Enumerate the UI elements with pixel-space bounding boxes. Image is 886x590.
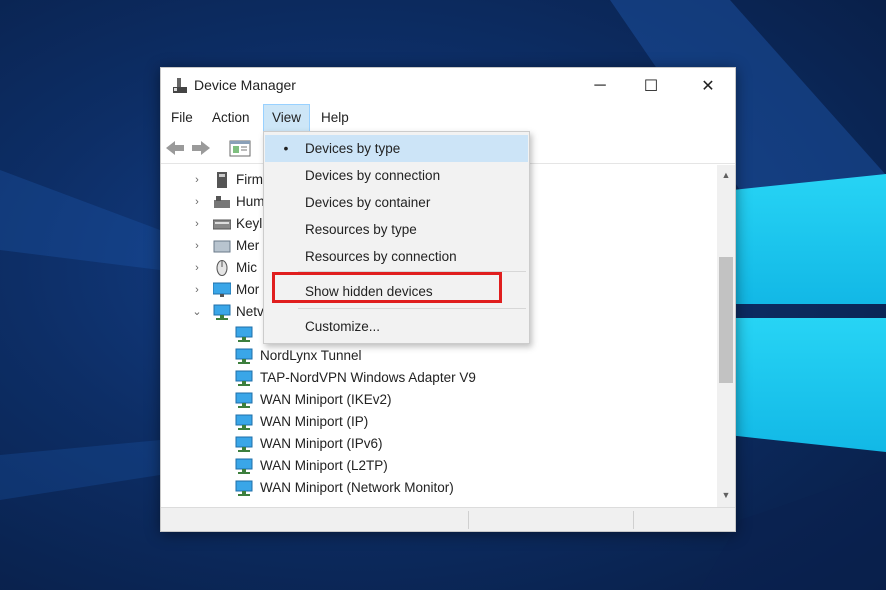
back-arrow-icon[interactable]: [164, 138, 186, 158]
tree-item-network-adapter[interactable]: NordLynx Tunnel: [233, 345, 717, 367]
scrollbar-thumb[interactable]: [719, 257, 733, 383]
view-menu-dropdown: • Devices by type Devices by connection …: [263, 131, 530, 344]
checked-bullet-icon: •: [283, 140, 289, 156]
chevron-right-icon[interactable]: ›: [192, 279, 202, 301]
menu-item-label: Resources by connection: [305, 249, 457, 264]
menu-item-label: Devices by type: [305, 141, 401, 156]
network-adapter-icon: [235, 414, 253, 430]
adapter-label: NordLynx Tunnel: [260, 348, 362, 363]
adapter-label: WAN Miniport (IP): [260, 414, 369, 429]
forward-arrow-icon[interactable]: [190, 138, 212, 158]
tree-item-network-adapter[interactable]: TAP-NordVPN Windows Adapter V9: [233, 367, 717, 389]
menu-devices-by-connection[interactable]: Devices by connection: [265, 162, 528, 189]
chevron-right-icon[interactable]: ›: [192, 257, 202, 279]
adapter-label: WAN Miniport (IPv6): [260, 436, 383, 451]
mouse-icon: [216, 260, 228, 276]
menu-item-label: Devices by connection: [305, 168, 441, 183]
menu-view[interactable]: View: [263, 104, 311, 132]
chevron-right-icon[interactable]: ›: [192, 191, 202, 213]
menu-separator: [298, 308, 526, 309]
network-icon: [213, 304, 231, 320]
status-divider: [468, 511, 469, 529]
network-adapter-icon: [235, 392, 253, 408]
menu-devices-by-type[interactable]: • Devices by type: [265, 135, 528, 162]
tree-item-network-adapter[interactable]: WAN Miniport (Network Monitor): [233, 477, 717, 499]
tree-item-network-adapter[interactable]: WAN Miniport (IKEv2): [233, 389, 717, 411]
minimize-icon: ─: [594, 77, 606, 94]
window-title: Device Manager: [194, 77, 296, 93]
maximize-icon: ☐: [643, 78, 659, 95]
menu-item-label: Devices by container: [305, 195, 431, 210]
menu-resources-by-connection[interactable]: Resources by connection: [265, 243, 528, 270]
adapter-label: TAP-NordVPN Windows Adapter V9: [260, 370, 476, 385]
scroll-up-icon[interactable]: ▲: [717, 167, 735, 184]
chevron-right-icon[interactable]: ›: [192, 235, 202, 257]
device-manager-icon: [173, 78, 187, 93]
close-button[interactable]: ✕: [685, 68, 731, 104]
chevron-right-icon[interactable]: ›: [192, 213, 202, 235]
adapter-label: WAN Miniport (L2TP): [260, 458, 388, 473]
tree-category-label: Firm: [236, 172, 263, 187]
title-bar: Device Manager ─ ☐ ✕: [161, 68, 735, 104]
tree-category-label: Keyl: [236, 216, 263, 231]
windows-logo-pane-bottom: [736, 318, 886, 452]
adapter-label: WAN Miniport (Network Monitor): [260, 480, 454, 495]
tree-category-label: Mor: [236, 282, 260, 297]
maximize-button[interactable]: ☐: [628, 68, 674, 104]
tree-item-network-adapter[interactable]: WAN Miniport (IP): [233, 411, 717, 433]
network-adapter-icon: [235, 480, 253, 496]
tree-category-label: Mer: [236, 238, 260, 253]
monitor-icon: [213, 282, 231, 297]
keyboard-icon: [213, 219, 231, 230]
memory-icon: [213, 240, 231, 253]
tree-category-label: Hum: [236, 194, 265, 209]
highlight-annotation-box: [272, 272, 502, 303]
network-adapter-icon: [235, 326, 253, 342]
menu-resources-by-type[interactable]: Resources by type: [265, 216, 528, 243]
scroll-down-icon[interactable]: ▼: [717, 487, 735, 504]
tree-category-label: Netv: [236, 304, 264, 319]
status-divider: [633, 511, 634, 529]
menu-file[interactable]: File: [163, 104, 201, 132]
windows-logo-pane-top: [736, 174, 886, 304]
vertical-scrollbar[interactable]: ▲ ▼: [717, 165, 735, 507]
menu-bar: File Action View Help: [161, 104, 735, 132]
menu-action[interactable]: Action: [204, 104, 258, 132]
minimize-button[interactable]: ─: [577, 68, 623, 104]
properties-icon[interactable]: [229, 138, 251, 158]
tree-item-network-adapter[interactable]: WAN Miniport (L2TP): [233, 455, 717, 477]
chevron-right-icon[interactable]: ›: [192, 169, 202, 191]
network-adapter-icon: [235, 458, 253, 474]
network-adapter-icon: [235, 436, 253, 452]
menu-item-label: Customize...: [305, 319, 381, 334]
adapter-label: WAN Miniport (IKEv2): [260, 392, 392, 407]
menu-devices-by-container[interactable]: Devices by container: [265, 189, 528, 216]
status-bar: [161, 507, 735, 531]
menu-customize[interactable]: Customize...: [265, 313, 528, 340]
network-adapter-icon: [235, 348, 253, 364]
human-interface-icon: [214, 196, 230, 208]
firmware-icon: [217, 172, 227, 188]
menu-item-label: Resources by type: [305, 222, 417, 237]
menu-help[interactable]: Help: [313, 104, 357, 132]
close-icon: ✕: [701, 78, 715, 95]
tree-item-network-adapter[interactable]: WAN Miniport (IPv6): [233, 433, 717, 455]
network-adapter-icon: [235, 370, 253, 386]
chevron-down-icon[interactable]: ⌄: [192, 301, 202, 323]
tree-category-label: Mic: [236, 260, 257, 275]
